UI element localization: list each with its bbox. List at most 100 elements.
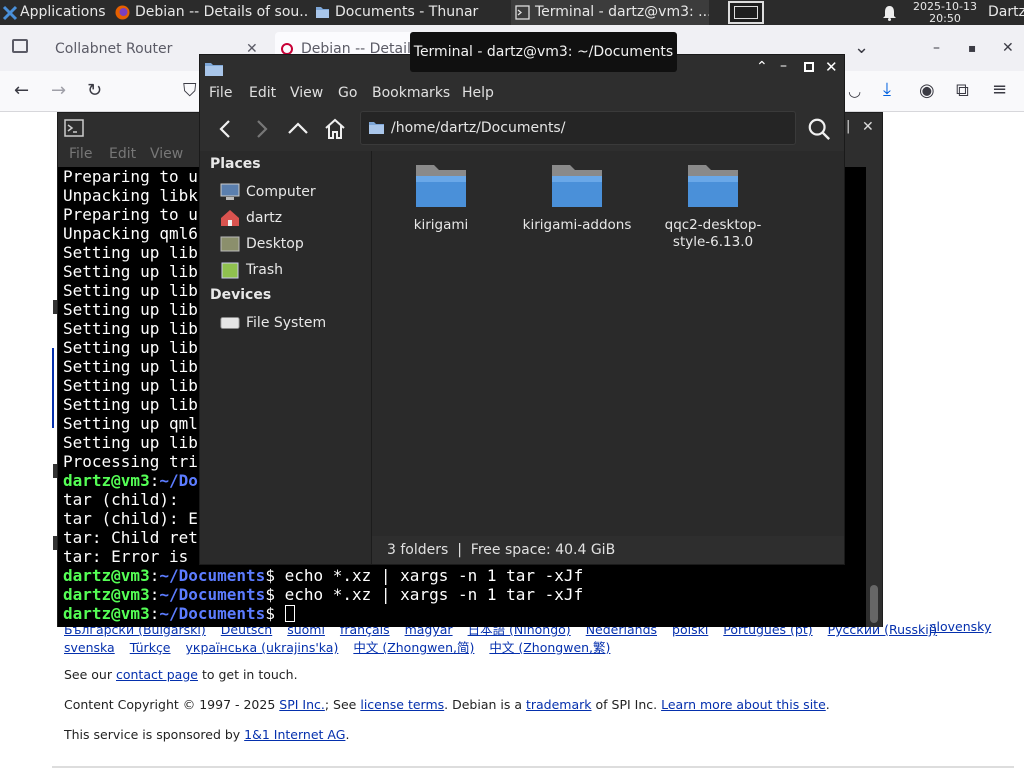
thunar-shade-icon[interactable]: ⌃ [756,59,768,75]
terminal-line: Preparing to u [63,167,198,186]
sidebar-item-filesystem[interactable]: File System [220,312,326,334]
terminal-line: Setting up lib [63,433,198,452]
forward-icon[interactable] [249,117,273,141]
downloads-icon[interactable]: ⤓ [883,80,891,100]
menu-view[interactable]: View [290,85,323,101]
sidebar-item-home[interactable]: dartz [220,207,282,229]
copyright-part: . Debian is a [444,697,526,712]
terminal-menu-view[interactable]: View [150,146,183,162]
folder-icon [552,165,602,207]
prompt-path: ~/Do [159,471,198,490]
notification-bell-icon[interactable] [882,5,897,21]
taskbar-item-thunar[interactable]: Documents - Thunar [311,0,509,25]
workspace-switcher[interactable] [728,1,764,24]
sidebar-item-label: Computer [246,184,316,200]
thunar-menubar: File Edit View Go Bookmarks Help [200,81,844,107]
terminal-line: Preparing to u [63,205,198,224]
copyright-part: ; See [324,697,361,712]
terminal-line: Setting up lib [63,395,198,414]
terminal-line: Processing tri [63,452,198,471]
language-link[interactable]: 中文 (Zhongwen,简) [353,640,474,655]
trademark-link[interactable]: trademark [526,697,592,712]
menu-edit[interactable]: Edit [249,85,276,101]
folder-item[interactable]: qqc2-desktop-style-6.13.0 [648,161,778,251]
copyright-part: . [825,697,830,712]
menu-go[interactable]: Go [338,85,357,101]
prompt-path: ~/Documents [159,604,266,623]
file-view[interactable]: kirigami kirigami-addons qqc2-desktop-st… [372,151,844,536]
folder-name: kirigami [413,217,469,233]
terminal-line: Setting up lib [63,319,198,338]
language-link[interactable]: Türkçe [130,640,171,655]
menu-icon[interactable]: ≡ [992,80,1007,100]
back-icon[interactable]: ← [14,81,29,101]
terminal-prompt-line: dartz@vm3:~/Documents$ echo *.xz | xargs… [63,566,584,585]
language-link[interactable]: 中文 (Zhongwen,繁) [489,640,610,655]
user-menu[interactable]: Dartz [988,0,1024,25]
places-heading: Places [210,156,261,172]
pocket-icon[interactable]: ◡ [848,81,861,101]
thunar-minimize-icon[interactable]: – [780,58,787,74]
extensions-icon[interactable]: ⧉ [956,81,969,101]
prompt-path: ~/Documents [159,585,266,604]
learn-more-link[interactable]: Learn more about this site [661,697,826,712]
sponsor-link[interactable]: 1&1 Internet AG [244,727,345,742]
sidebar-item-label: Desktop [246,236,304,252]
account-icon[interactable]: ◉ [919,81,935,101]
terminal-cursor [284,605,295,622]
applications-label: Applications [20,4,106,20]
terminal-line: Unpacking qml6 [63,224,198,243]
window-close-icon[interactable]: ✕ [1002,38,1014,58]
terminal-scrollbar[interactable] [866,167,882,627]
folder-icon [416,165,466,207]
thunar-close-icon[interactable]: ✕ [825,58,838,76]
tab-overflow-icon[interactable]: ⌄ [854,38,869,58]
folder-item[interactable]: kirigami [376,161,506,234]
forward-icon[interactable]: → [51,81,66,101]
window-maximize-icon[interactable]: ▪ [968,38,976,58]
sidebar-item-computer[interactable]: Computer [220,181,316,203]
folder-icon [316,7,329,18]
thunar-window[interactable]: Documents - Thunar ⌃ – ✕ File Edit View … [199,54,845,565]
tab-list-icon[interactable] [12,39,28,53]
terminal-line: Setting up lib [63,376,198,395]
language-link[interactable]: slovensky [930,619,991,634]
back-icon[interactable] [214,117,238,141]
sidebar-item-desktop[interactable]: Desktop [220,233,304,255]
license-terms-link[interactable]: license terms [360,697,444,712]
spi-link[interactable]: SPI Inc. [279,697,325,712]
language-link[interactable]: svenska [64,640,115,655]
terminal-line: Setting up lib [63,243,198,262]
shield-icon[interactable]: ⛉ [183,81,197,101]
menu-help[interactable]: Help [462,85,494,101]
language-link[interactable]: українська (ukrajins'ka) [186,640,339,655]
folder-item[interactable]: kirigami-addons [512,161,642,234]
taskbar-item-firefox[interactable]: Debian -- Details of sou... [111,0,309,25]
prompt-user: dartz@vm3 [63,604,150,623]
sponsor-post: . [345,727,350,742]
prompt-user: dartz@vm3 [63,566,150,585]
terminal-close-icon[interactable]: ✕ [862,119,874,135]
clock[interactable]: 2025-10-13 20:50 [908,1,982,24]
thunar-maximize-icon[interactable] [804,62,814,72]
terminal-scroll-thumb[interactable] [870,585,878,623]
contact-page-link[interactable]: contact page [116,667,198,682]
menu-bookmarks[interactable]: Bookmarks [372,85,450,101]
sidebar-item-trash[interactable]: Trash [220,259,283,281]
contact-text: See our contact page to get in touch. [64,667,298,682]
search-icon[interactable] [807,117,831,141]
sidebar-item-label: File System [246,315,327,331]
terminal-menu-file[interactable]: File [69,146,92,162]
parent-folder-icon[interactable] [286,117,310,141]
terminal-line: Setting up lib [63,281,198,300]
terminal-maximize-fragment[interactable]: | [846,119,850,134]
home-icon[interactable] [323,117,347,141]
taskbar-item-terminal[interactable]: Terminal - dartz@vm3: ... [511,0,709,25]
terminal-menu-edit[interactable]: Edit [109,146,136,162]
menu-file[interactable]: File [209,85,232,101]
drive-icon [220,317,240,329]
applications-menu[interactable]: Applications [0,0,108,25]
reload-icon[interactable]: ↻ [87,81,102,101]
location-bar[interactable]: /home/dartz/Documents/ [360,111,796,145]
window-minimize-icon[interactable]: – [933,38,940,58]
